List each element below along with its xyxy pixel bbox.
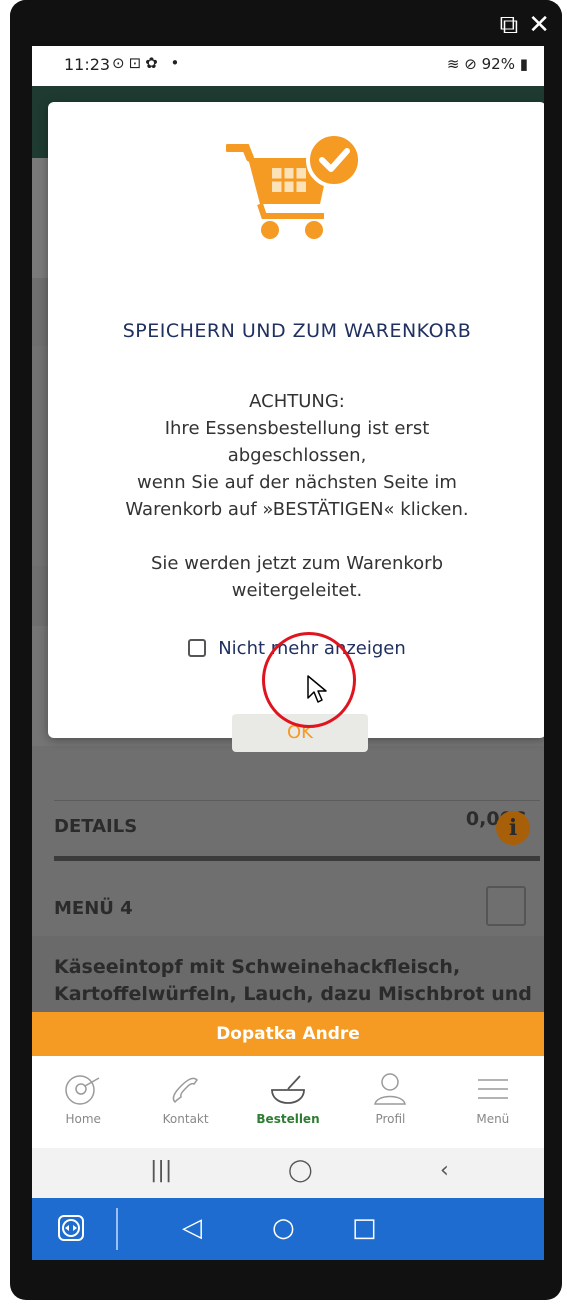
status-icons: ⊙⊡✿ • <box>112 54 184 72</box>
nav-label: Home <box>65 1112 101 1126</box>
nav-item-profil[interactable]: Profil <box>339 1056 441 1148</box>
nav-item-menu[interactable]: Menü <box>442 1056 544 1148</box>
redirect-line: Sie werden jetzt zum Warenkorb <box>151 553 443 574</box>
hamburger-menu-icon <box>477 1079 508 1099</box>
divider <box>54 856 540 861</box>
menu-title: MENÜ 4 <box>54 898 133 919</box>
home-cooking-icon <box>65 1075 100 1105</box>
dnd-icon: ⊘ <box>464 55 477 73</box>
warning-heading: ACHTUNG: <box>249 391 345 412</box>
dialog-title: SPEICHERN UND ZUM WARENKORB <box>122 320 472 342</box>
separator <box>116 1208 118 1250</box>
dont-show-again-checkbox[interactable] <box>188 639 207 657</box>
bottom-nav: Home Kontakt Bestellen Profil Menü <box>32 1056 544 1148</box>
nav-label: Menü <box>476 1112 510 1126</box>
nav-item-kontakt[interactable]: Kontakt <box>134 1056 236 1148</box>
window-titlebar: ⧉ ✕ <box>10 0 562 46</box>
battery-icon: ▮ <box>519 55 528 73</box>
warning-line: Warenkorb auf »BESTÄTIGEN« klicken. <box>125 499 469 520</box>
dialog-message: ACHTUNG: Ihre Essensbestellung ist erst … <box>88 388 506 604</box>
recent-apps-button[interactable]: ||| <box>150 1158 172 1183</box>
nav-label: Profil <box>375 1112 406 1126</box>
home-button[interactable]: ◯ <box>288 1158 313 1183</box>
status-bar: 11:23 ⊙⊡✿ • ≋ ⊘ 92% ▮ <box>32 46 544 86</box>
remote-back-button[interactable]: ◁ <box>182 1213 202 1243</box>
nav-item-home[interactable]: Home <box>32 1056 134 1148</box>
divider <box>54 800 540 801</box>
remote-control-bar: ◁ ○ □ <box>32 1198 544 1260</box>
warning-line: Ihre Essensbestellung ist erst <box>164 418 430 439</box>
battery-level: 92% <box>481 55 515 73</box>
nav-item-bestellen[interactable]: Bestellen <box>237 1056 339 1148</box>
remote-home-button[interactable]: ○ <box>272 1213 295 1243</box>
phone-screen: 11:23 ⊙⊡✿ • ≋ ⊘ 92% ▮ 0,00€ DETAILS i ME… <box>32 46 544 1260</box>
teamviewer-logo-icon[interactable] <box>58 1215 84 1241</box>
profile-icon <box>374 1073 407 1105</box>
status-right: ≋ ⊘ 92% ▮ <box>447 55 528 73</box>
warning-line: abgeschlossen, <box>227 445 367 466</box>
device-frame: ⧉ ✕ 11:23 ⊙⊡✿ • ≋ ⊘ 92% ▮ 0,00€ DETAILS … <box>10 0 562 1300</box>
mouse-cursor-icon <box>307 675 327 703</box>
android-nav-bar: ||| ◯ ‹ <box>32 1148 544 1198</box>
bowl-icon <box>271 1075 305 1104</box>
shopping-cart-check-icon <box>226 132 362 239</box>
external-link-icon[interactable]: ⧉ <box>500 10 519 41</box>
back-button[interactable]: ‹ <box>440 1158 449 1183</box>
redirect-line: weitergeleitet. <box>231 580 363 601</box>
info-icon[interactable]: i <box>496 811 530 845</box>
menu-checkbox[interactable] <box>486 886 526 926</box>
remote-recent-button[interactable]: □ <box>352 1213 377 1243</box>
phone-icon <box>172 1077 198 1104</box>
wifi-icon: ≋ <box>446 55 460 73</box>
user-name-bar: Dopatka Andre <box>32 1012 544 1056</box>
close-icon[interactable]: ✕ <box>528 10 550 41</box>
details-label[interactable]: DETAILS <box>54 816 137 837</box>
warning-line: wenn Sie auf der nächsten Seite im <box>137 472 457 493</box>
status-time: 11:23 <box>64 55 111 74</box>
nav-label: Bestellen <box>256 1112 320 1126</box>
dish-description: Käseeintopf mit Schweinehackfleisch, Kar… <box>54 956 532 1005</box>
nav-label: Kontakt <box>162 1112 209 1126</box>
